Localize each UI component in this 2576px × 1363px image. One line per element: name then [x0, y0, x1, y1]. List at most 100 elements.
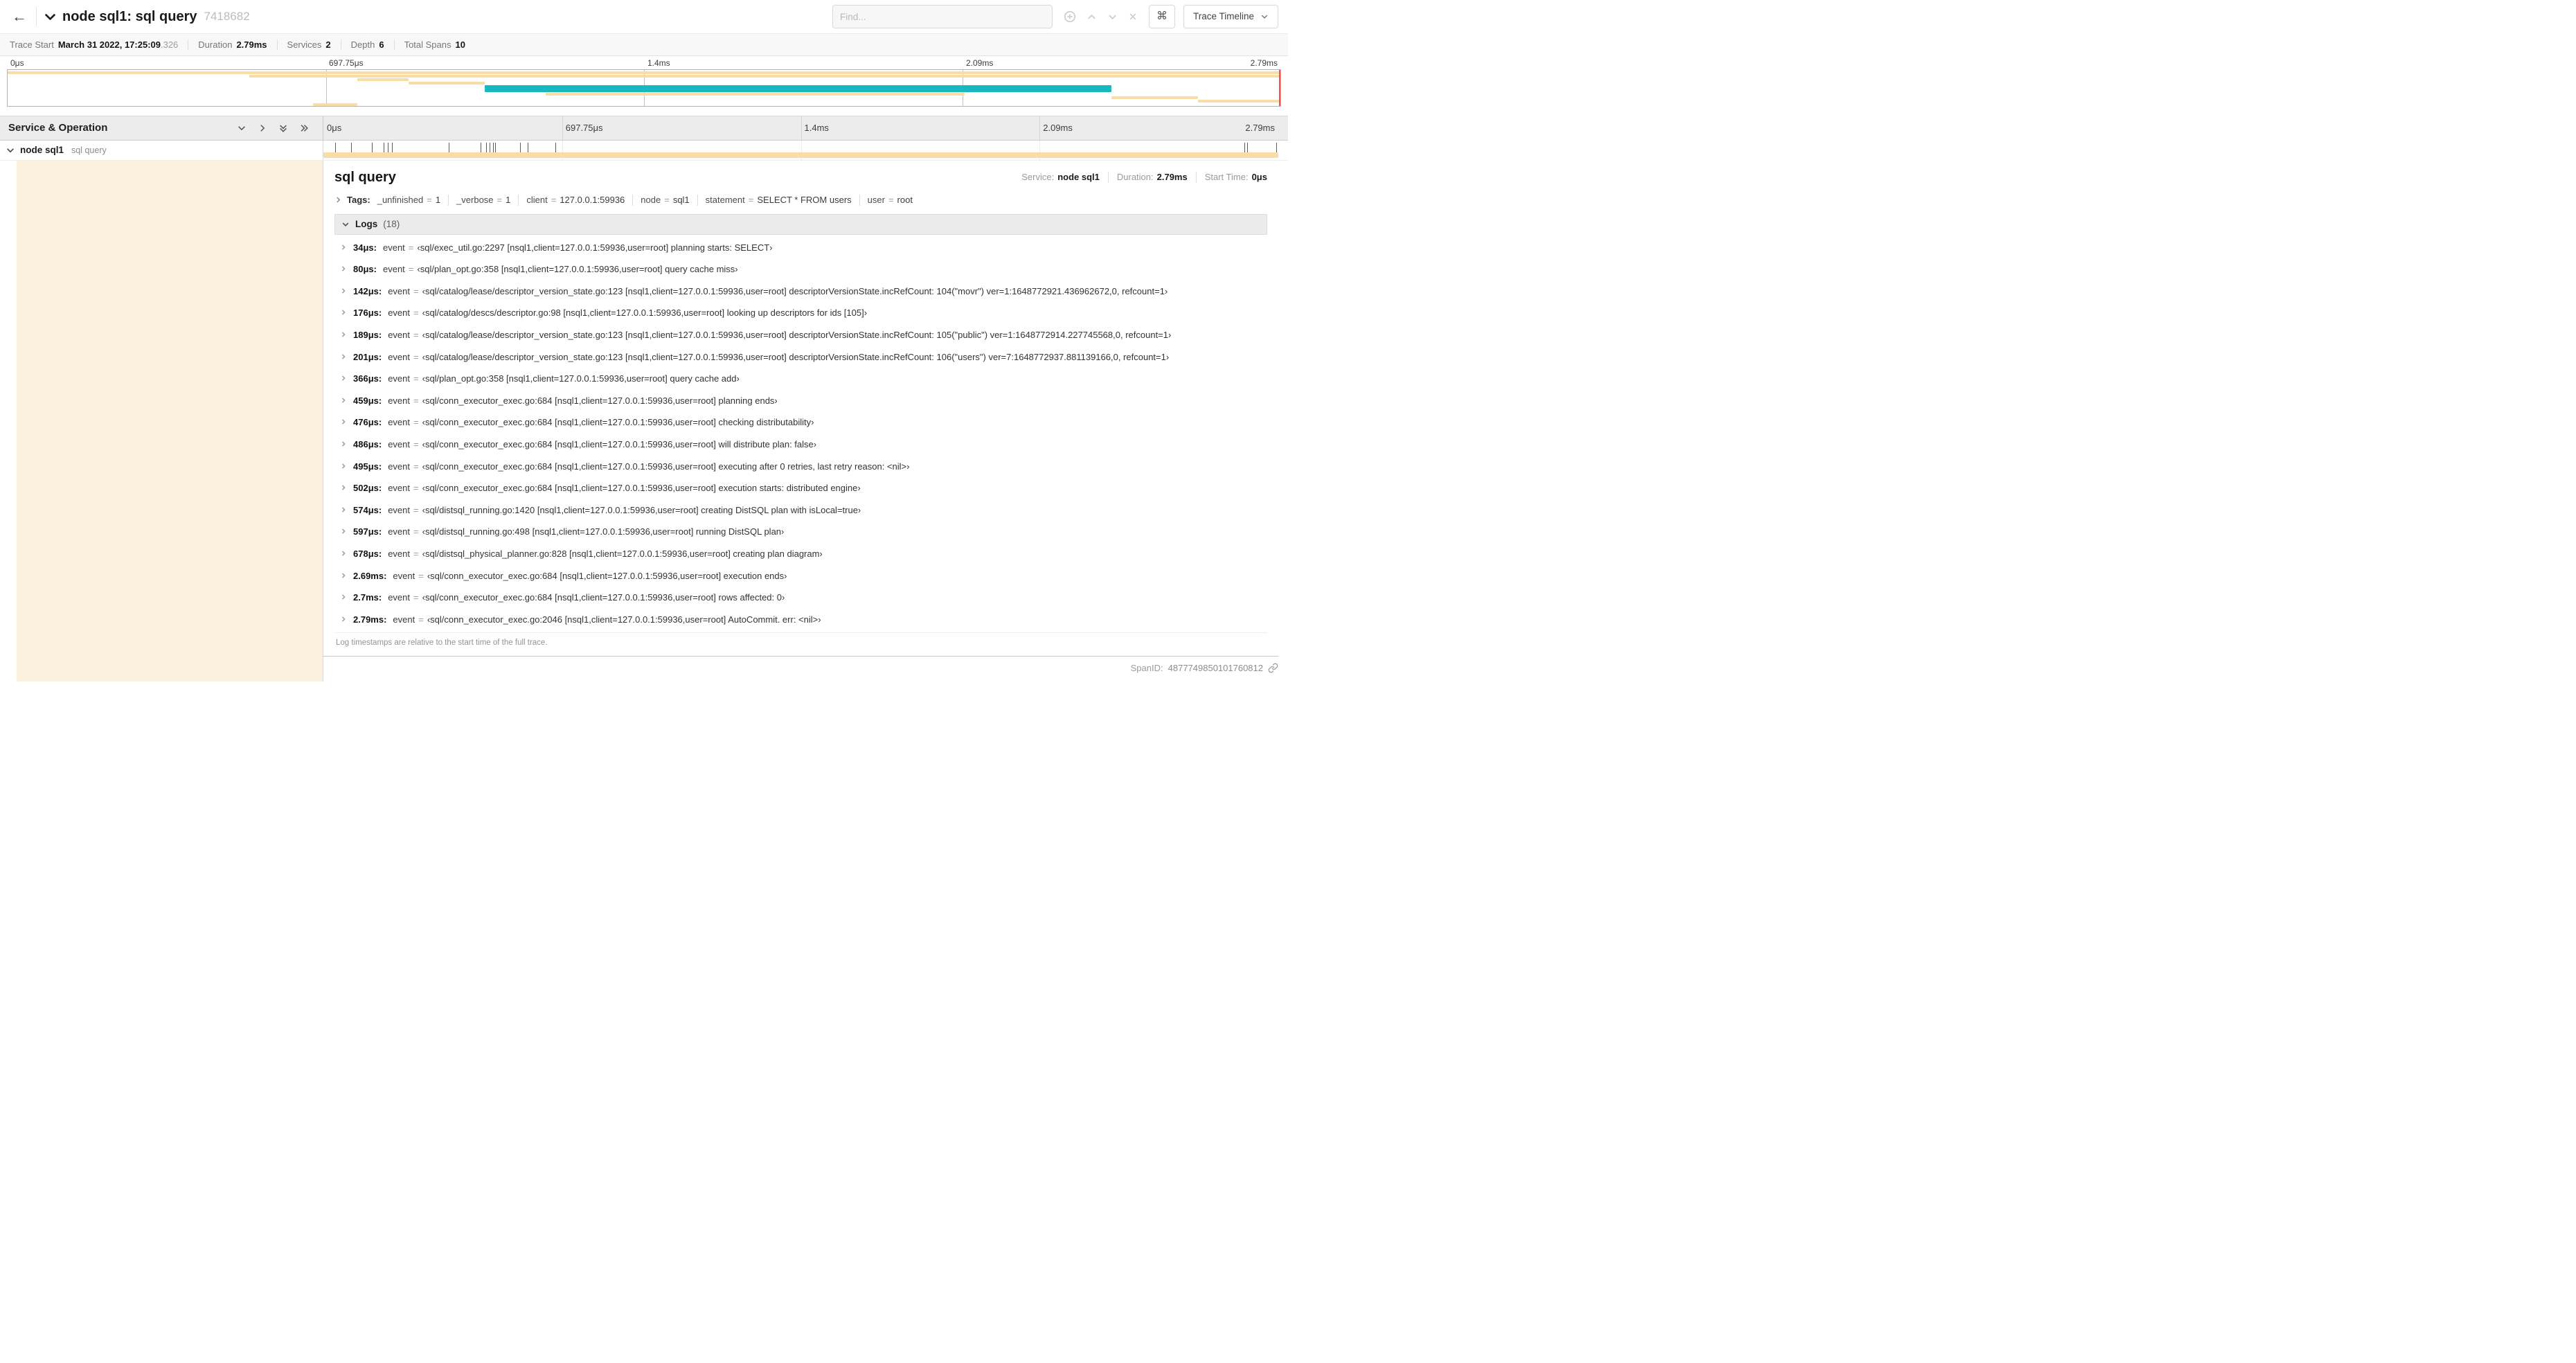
span-meta-value: 0μs — [1251, 172, 1267, 183]
span-meta-value: 2.79ms — [1156, 172, 1188, 183]
log-row[interactable]: 34μs: event = ‹sql/exec_util.go:2297 [nsql… — [336, 237, 1267, 259]
summary-item: Depth 6 — [340, 39, 384, 51]
log-row[interactable]: 459μs: event = ‹sql/conn_executor_exec.go:… — [336, 390, 1267, 412]
trace-collapse-toggle[interactable] — [44, 10, 57, 24]
log-row[interactable]: 502μs: event = ‹sql/conn_executor_exec.go:… — [336, 477, 1267, 499]
minimap-span-bar — [1197, 100, 1280, 103]
minimap-graph[interactable] — [7, 69, 1281, 107]
chevron-down-icon — [45, 13, 55, 20]
log-row[interactable]: 176μs: event = ‹sql/catalog/descs/descript… — [336, 302, 1267, 324]
log-value: ‹sql/conn_executor_exec.go:684 [nsql1,cl… — [422, 417, 814, 428]
summary-value-main: March 31 2022, 17:25:09 — [57, 39, 161, 50]
chevron-down-icon — [238, 126, 245, 131]
minimap-span-bar — [546, 93, 965, 96]
log-row[interactable]: 486μs: event = ‹sql/conn_executor_exec.go:… — [336, 434, 1267, 456]
minimap-scrubber-handle[interactable] — [1279, 70, 1280, 106]
log-equals: = — [413, 438, 419, 449]
summary-value-main: 2.79ms — [236, 39, 267, 50]
log-marker — [555, 143, 557, 152]
log-message: event = ‹sql/distsql_running.go:1420 [nsql… — [388, 505, 861, 516]
chevron-right-icon — [341, 616, 346, 622]
log-row[interactable]: 2.79ms: event = ‹sql/conn_executor_exec.go… — [336, 609, 1267, 631]
summary-label: Total Spans — [404, 39, 451, 50]
span-link-button[interactable] — [1268, 663, 1278, 673]
timeline-header-row: Service & Operation 0μs 697.75μs 1.4ms 2… — [0, 116, 1288, 141]
summary-value-main: 10 — [455, 39, 465, 50]
find-prev-button[interactable] — [1086, 12, 1097, 22]
keyboard-shortcuts-button[interactable]: ⌘ — [1148, 5, 1175, 28]
log-row[interactable]: 189μs: event = ‹sql/catalog/lease/descript… — [336, 324, 1267, 346]
find-add-button[interactable] — [1064, 10, 1076, 23]
log-marker — [492, 143, 494, 152]
log-equals: = — [413, 483, 419, 494]
log-row[interactable]: 80μs: event = ‹sql/plan_opt.go:358 [nsql1,… — [336, 258, 1267, 280]
log-timestamp: 189μs: — [353, 329, 382, 340]
trace-view-dropdown[interactable]: Trace Timeline — [1183, 5, 1278, 28]
log-equals: = — [413, 395, 419, 406]
find-clear-button[interactable] — [1128, 12, 1138, 21]
tag-key: _verbose — [456, 195, 494, 205]
tag-key: user — [867, 195, 885, 205]
log-equals: = — [413, 373, 419, 384]
close-icon — [1129, 13, 1136, 20]
log-message: event = ‹sql/conn_executor_exec.go:684 [ns… — [393, 571, 787, 582]
expand-one-button[interactable] — [258, 123, 267, 133]
find-input[interactable] — [832, 5, 1053, 28]
collapse-one-button[interactable] — [237, 123, 247, 133]
chevron-right-icon — [341, 332, 346, 337]
log-marker — [372, 143, 373, 152]
chevron-right-icon — [341, 398, 346, 403]
minimap-span-bars — [8, 70, 1280, 106]
log-timestamp: 502μs: — [353, 483, 382, 494]
log-value: ‹sql/catalog/lease/descriptor_version_st… — [422, 351, 1170, 362]
tick-label: 0μs — [10, 58, 24, 68]
tag-item: _verbose = 1 — [448, 195, 510, 206]
log-row[interactable]: 142μs: event = ‹sql/catalog/lease/descript… — [336, 280, 1267, 303]
find-next-button[interactable] — [1107, 12, 1118, 22]
log-row[interactable]: 2.69ms: event = ‹sql/conn_executor_exec.go… — [336, 565, 1267, 587]
log-equals: = — [413, 351, 419, 362]
log-row[interactable]: 476μs: event = ‹sql/conn_executor_exec.go:… — [336, 411, 1267, 434]
log-row[interactable]: 597μs: event = ‹sql/distsql_running.go:498… — [336, 521, 1267, 543]
log-marker — [350, 143, 352, 152]
logs-footer-note: Log timestamps are relative to the start… — [334, 632, 1267, 656]
log-value: ‹sql/distsql_running.go:1420 [nsql1,clie… — [422, 504, 861, 515]
tag-key: node — [641, 195, 661, 205]
log-row[interactable]: 495μs: event = ‹sql/conn_executor_exec.go:… — [336, 456, 1267, 478]
log-message: event = ‹sql/conn_executor_exec.go:684 [ns… — [388, 439, 816, 450]
span-detail-left-column — [0, 161, 323, 682]
log-timestamp: 366μs: — [353, 373, 382, 384]
log-timestamp: 2.79ms: — [353, 614, 387, 625]
log-marker — [519, 143, 521, 152]
log-row[interactable]: 2.7ms: event = ‹sql/conn_executor_exec.go:… — [336, 587, 1267, 609]
span-meta-label: Duration: — [1116, 172, 1154, 183]
log-equals: = — [418, 614, 424, 625]
collapse-all-button[interactable] — [278, 123, 288, 133]
span-row[interactable]: node sql1 sql query — [0, 141, 1288, 161]
log-row[interactable]: 201μs: event = ‹sql/catalog/lease/descript… — [336, 346, 1267, 368]
log-markers — [323, 141, 1278, 160]
tag-key: client — [526, 195, 548, 205]
log-equals: = — [413, 417, 419, 428]
log-row[interactable]: 678μs: event = ‹sql/distsql_physical_plann… — [336, 543, 1267, 565]
tags-accordian[interactable]: Tags: _unfinished = 1 _verbose = 1 clien… — [334, 195, 1267, 206]
tag-equals: = — [748, 195, 754, 205]
chevron-right-icon — [337, 197, 341, 203]
log-equals: = — [413, 526, 419, 537]
back-button[interactable]: ← — [7, 4, 32, 29]
log-row[interactable]: 574μs: event = ‹sql/distsql_running.go:142… — [336, 499, 1267, 522]
summary-label: Depth — [350, 39, 375, 50]
expand-all-button[interactable] — [299, 123, 309, 133]
logs-accordian-header[interactable]: Logs (18) — [334, 213, 1267, 235]
span-service-name: node sql1 — [20, 144, 64, 155]
log-row[interactable]: 366μs: event = ‹sql/plan_opt.go:358 [nsql1… — [336, 368, 1267, 390]
log-key: event — [388, 308, 411, 319]
trace-timeline-page: ← node sql1: sql query 7418682 ⌘ — [0, 0, 1288, 682]
log-message: event = ‹sql/conn_executor_exec.go:684 [ns… — [388, 417, 814, 428]
log-key: event — [388, 373, 411, 384]
span-detail-title: sql query — [334, 170, 396, 185]
link-icon — [1268, 663, 1278, 673]
ruler: 0μs 697.75μs 1.4ms 2.09ms 2.79ms — [323, 116, 1278, 140]
span-children-toggle[interactable] — [6, 145, 15, 155]
log-timestamp: 142μs: — [353, 285, 382, 296]
